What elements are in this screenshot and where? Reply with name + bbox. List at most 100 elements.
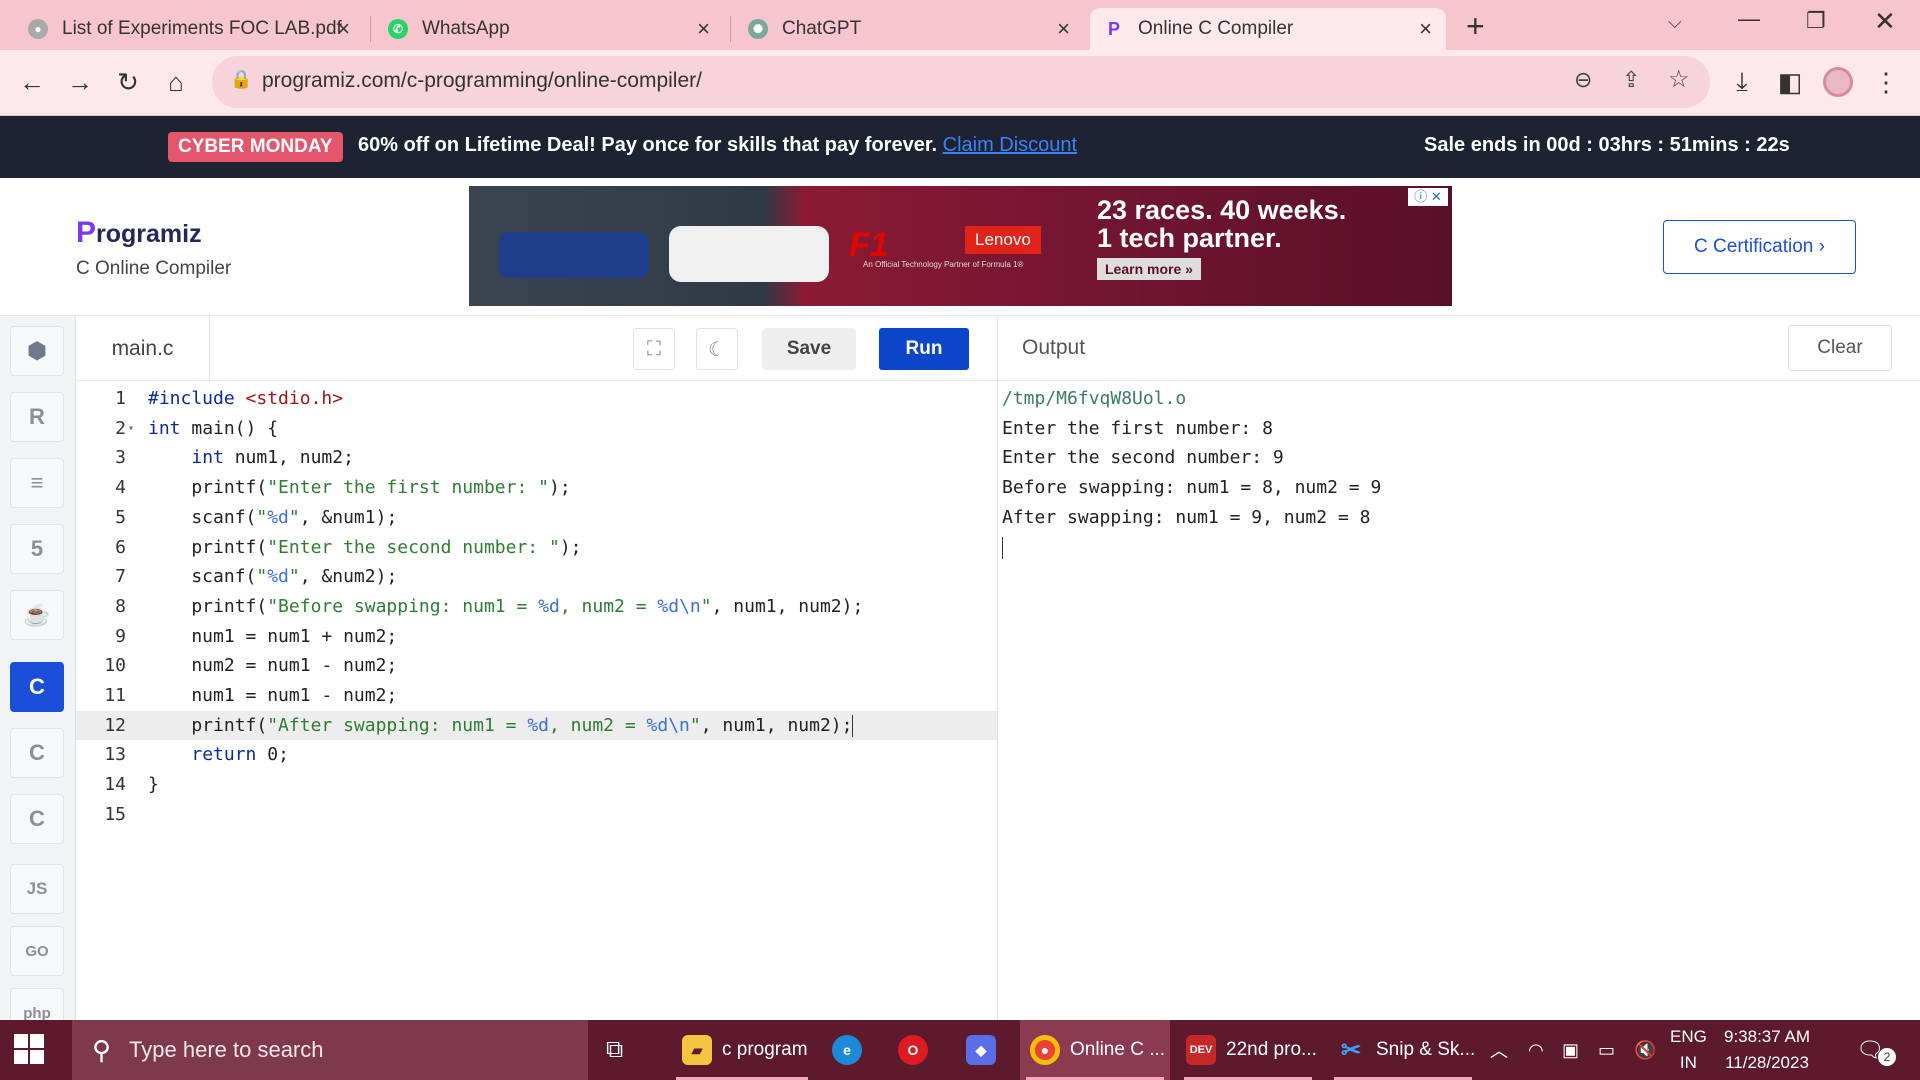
save-button[interactable]: Save [762, 328, 856, 370]
ad-close-icon[interactable]: ⓘ ✕ [1408, 188, 1448, 206]
close-icon[interactable]: × [697, 16, 710, 42]
chrome-icon: ● [1030, 1035, 1060, 1065]
restore-icon[interactable]: ❐ [1806, 8, 1826, 34]
tab-divider [370, 16, 371, 42]
java-icon[interactable]: ☕ [10, 590, 64, 640]
tab-foc-lab-pdf[interactable]: ● List of Experiments FOC LAB.pdf × [14, 8, 364, 50]
ad-headline-line: 1 tech partner. [1097, 223, 1282, 253]
csharp-icon[interactable]: C [10, 794, 64, 844]
taskbar-app-snip-sketch[interactable]: ✂ Snip & Sk... [1328, 1020, 1478, 1080]
c-certification-button[interactable]: C Certification › [1663, 220, 1856, 274]
output-path: /tmp/M6fvqW8Uol.o [1002, 388, 1187, 409]
forward-arrow-icon[interactable]: → [62, 64, 98, 100]
output-line: Enter the first number: 8 [1002, 417, 1273, 439]
ad-partner-line: An Official Technology Partner of Formul… [863, 260, 1024, 269]
python-icon[interactable]: ⬢ [10, 326, 64, 376]
new-tab-button[interactable]: + [1466, 8, 1485, 45]
php-icon[interactable]: php [10, 988, 64, 1020]
dark-mode-moon-icon[interactable]: ☾ [696, 328, 738, 370]
share-icon[interactable]: ⇪ [1622, 67, 1640, 93]
tab-search-chevron-icon[interactable]: ⌵ [1668, 12, 1682, 33]
download-icon[interactable]: ⤓ [1724, 64, 1760, 100]
output-console[interactable]: /tmp/M6fvqW8Uol.o Enter the first number:… [1002, 384, 1381, 562]
taskbar-app-edge[interactable]: e [832, 1020, 872, 1080]
cpp-icon[interactable]: C [10, 728, 64, 778]
profile-avatar[interactable] [1820, 64, 1856, 100]
ad-learn-more-button[interactable]: Learn more » [1097, 258, 1201, 280]
close-icon[interactable]: × [1419, 16, 1432, 42]
chatgpt-icon: ✺ [748, 19, 768, 39]
home-icon[interactable]: ⌂ [158, 64, 194, 100]
taskbar-app-copilot[interactable]: ◆ [966, 1020, 1006, 1080]
tray-chevron-up-icon[interactable]: ︿ [1490, 1020, 1508, 1080]
code-line: 3 int num1, num2; [76, 443, 997, 473]
taskbar-app-chrome[interactable]: ● Online C ... [1020, 1020, 1170, 1080]
minimize-icon[interactable]: — [1738, 6, 1760, 32]
browser-tab-strip: ● List of Experiments FOC LAB.pdf × ✆ Wh… [0, 0, 1920, 50]
taskbar-app-label: 22nd pro... [1226, 1039, 1317, 1060]
c-icon[interactable]: C [10, 662, 64, 712]
lock-icon[interactable]: 🔒 [230, 69, 252, 90]
code-line: 8 printf("Before swapping: num1 = %d, nu… [76, 592, 997, 622]
race-car-image [499, 232, 649, 278]
search-icon: ⚲ [92, 1034, 112, 1065]
task-view-icon[interactable]: ⧉ [606, 1020, 642, 1080]
tab-whatsapp[interactable]: ✆ WhatsApp × [374, 8, 724, 50]
side-panel-icon[interactable]: ◧ [1772, 64, 1808, 100]
r-icon[interactable]: R [10, 392, 64, 442]
programiz-logo[interactable]: Programiz [76, 216, 202, 250]
tab-online-c-compiler[interactable]: P Online C Compiler × [1090, 8, 1446, 50]
clear-button[interactable]: Clear [1788, 325, 1892, 371]
clock-time: 9:38:37 AM [1724, 1027, 1811, 1046]
go-icon[interactable]: GO [10, 926, 64, 976]
back-arrow-icon[interactable]: ← [14, 64, 50, 100]
windows-start-icon[interactable] [14, 1034, 46, 1066]
advertisement-banner[interactable]: F1 Lenovo An Official Technology Partner… [469, 186, 1452, 306]
volume-muted-icon[interactable]: 🔇 [1634, 1020, 1656, 1080]
fullscreen-icon[interactable]: ⛶ [633, 328, 675, 370]
taskbar-search-box[interactable]: ⚲ Type here to search [72, 1020, 588, 1080]
kebab-menu-icon[interactable]: ⋮ [1868, 64, 1904, 100]
lenovo-logo: Lenovo [965, 226, 1041, 254]
claim-discount-link[interactable]: Claim Discount [943, 134, 1077, 156]
input-language[interactable]: ENG IN [1670, 1024, 1707, 1076]
js-icon[interactable]: JS [10, 864, 64, 914]
address-bar[interactable]: 🔒 programiz.com/c-programming/online-com… [212, 56, 1710, 108]
html-icon[interactable]: 5 [10, 524, 64, 574]
meet-now-icon[interactable]: ▣ [1562, 1020, 1579, 1080]
file-tab-main-c[interactable]: main.c [76, 316, 210, 381]
line-number: 10 [104, 655, 126, 677]
logo-text: rogramiz [96, 220, 202, 248]
windows-taskbar: ⚲ Type here to search ⧉ ▰ c program e O … [0, 1020, 1920, 1080]
tab-title: WhatsApp [422, 18, 510, 39]
url-text[interactable]: programiz.com/c-programming/online-compi… [262, 69, 702, 93]
code-editor-panel: main.c ⛶ ☾ Save Run 1 #include <stdio.h> … [76, 316, 997, 1020]
line-number: 9 [115, 625, 126, 647]
zoom-out-icon[interactable]: ⊖ [1574, 67, 1592, 93]
taskbar-app-c-program[interactable]: ▰ c program [670, 1020, 814, 1080]
notifications-icon[interactable]: 🗨 2 [1856, 1020, 1896, 1080]
opera-icon: O [898, 1035, 928, 1065]
code-text: int main() { [148, 417, 279, 439]
run-button[interactable]: Run [879, 328, 969, 370]
close-icon[interactable]: × [1057, 16, 1070, 42]
code-area[interactable]: 1 #include <stdio.h> 2 ▾ int main() { 3 int… [76, 384, 997, 1020]
close-icon[interactable]: × [337, 16, 350, 42]
taskbar-app-opera[interactable]: O [898, 1020, 938, 1080]
fold-arrow-icon[interactable]: ▾ [128, 414, 134, 444]
taskbar-app-label: Snip & Sk... [1376, 1039, 1476, 1060]
taskbar-clock[interactable]: 9:38:37 AM 11/28/2023 [1724, 1024, 1810, 1076]
window-close-icon[interactable]: ✕ [1874, 6, 1896, 37]
code-text: } [148, 774, 159, 796]
bookmark-star-icon[interactable]: ☆ [1668, 65, 1690, 94]
tab-divider [730, 16, 731, 42]
tab-chatgpt[interactable]: ✺ ChatGPT × [734, 8, 1084, 50]
battery-icon[interactable]: ▭ [1598, 1020, 1615, 1080]
wifi-icon[interactable]: ◠ [1528, 1020, 1544, 1080]
code-line: 9 num1 = num1 + num2; [76, 622, 997, 652]
sql-icon[interactable]: ≡ [10, 458, 64, 508]
reload-icon[interactable]: ↻ [110, 64, 146, 100]
line-number: 8 [115, 595, 126, 617]
taskbar-app-devcpp[interactable]: DEV 22nd pro... [1178, 1020, 1318, 1080]
logo-mark: P [76, 216, 97, 249]
